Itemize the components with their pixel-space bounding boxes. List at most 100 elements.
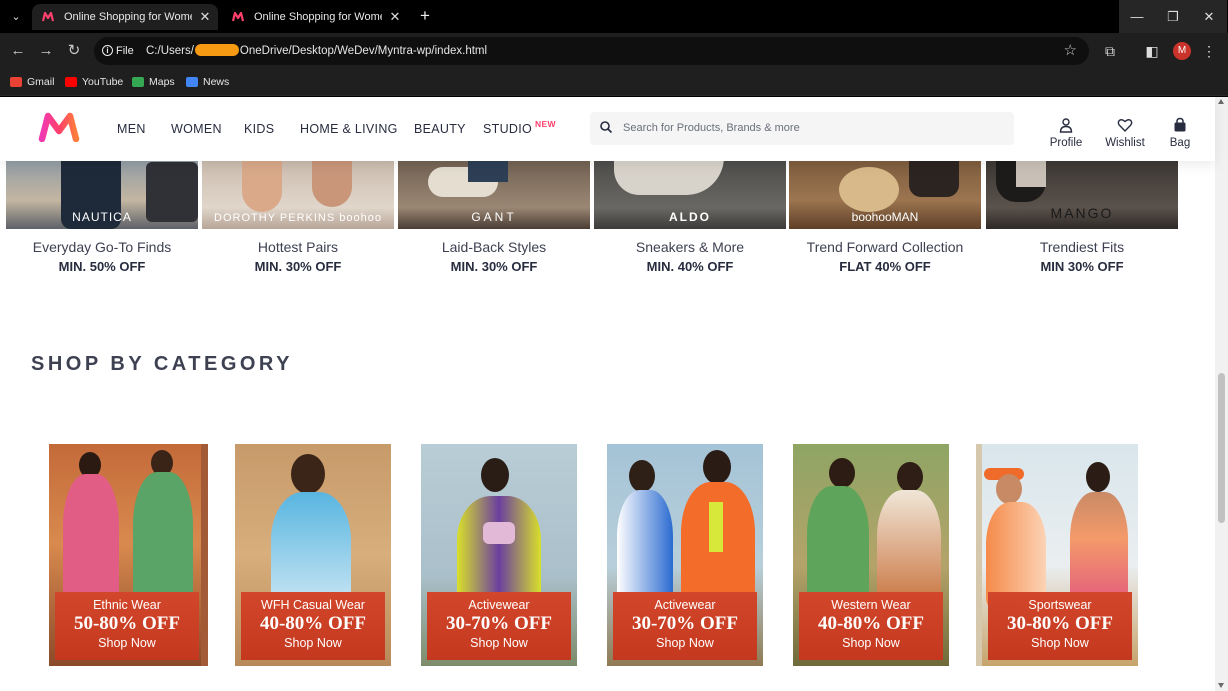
category-image [201, 444, 208, 666]
url-text[interactable]: C:/Users/OneDrive/Desktop/WeDev/Myntra-w… [146, 41, 487, 61]
category-name: Ethnic Wear [93, 598, 161, 612]
bag-icon [1172, 117, 1188, 133]
wishlist-action[interactable]: Wishlist [1100, 117, 1150, 149]
brand-card-nautica[interactable]: NAUTICA [6, 157, 198, 229]
nav-home-living[interactable]: HOME & LIVING [300, 119, 398, 139]
profile-icon [1058, 117, 1074, 133]
brand-offer: MIN. 30% OFF [450, 259, 538, 274]
gmail-icon [10, 77, 22, 87]
category-card-activewear-women[interactable]: Activewear 30-70% OFF Shop Now [421, 444, 577, 666]
category-banner: Western Wear 40-80% OFF Shop Now [799, 592, 943, 660]
bookmark-maps[interactable]: Maps [132, 73, 175, 91]
close-window-button[interactable]: ✕ [1191, 0, 1227, 33]
bookmark-youtube[interactable]: YouTube [65, 73, 123, 91]
bookmark-star-icon[interactable]: ☆ [1064, 41, 1077, 61]
shop-now-link[interactable]: Shop Now [55, 636, 199, 650]
news-icon [186, 77, 198, 87]
scrollbar-thumb[interactable] [1218, 373, 1225, 523]
category-image [481, 458, 509, 492]
side-panel-icon[interactable]: ◧ [1142, 41, 1162, 61]
reload-icon[interactable]: ↻ [62, 39, 86, 63]
brand-image [1016, 157, 1046, 187]
brand-caption: Sneakers & More [635, 239, 745, 255]
maps-icon [132, 77, 144, 87]
extensions-icon[interactable]: ⧉ [1100, 41, 1120, 61]
search-icon [599, 120, 613, 134]
bookmark-news[interactable]: News [186, 73, 229, 91]
shop-now-link[interactable]: Shop Now [241, 636, 385, 650]
category-offer: 40-80% OFF [259, 613, 367, 634]
myntra-logo[interactable] [38, 112, 80, 143]
browser-tab-1[interactable]: Online Shopping for Women, M ✕ [32, 4, 218, 30]
brand-caption: Laid-Back Styles [441, 239, 547, 255]
nav-women[interactable]: WOMEN [171, 119, 222, 139]
browser-toolbar: ← → ↻ i File C:/Users/OneDrive/Desktop/W… [0, 33, 1228, 69]
category-card-wfh-casual-wear[interactable]: WFH Casual Wear 40-80% OFF Shop Now [235, 444, 391, 666]
search-input[interactable]: Search for Products, Brands & more [623, 112, 800, 145]
brand-logo: NAUTICA [72, 210, 132, 224]
tab-close-icon[interactable]: ✕ [198, 4, 212, 30]
category-offer: 30-70% OFF [445, 613, 553, 634]
brand-card-boohooman[interactable]: boohooMAN [789, 157, 981, 229]
brand-image [909, 157, 959, 197]
brand-card-boohoo[interactable]: DOROTHY PERKINS boohoo [202, 157, 394, 229]
nav-kids[interactable]: KIDS [244, 119, 274, 139]
category-card-sportswear[interactable]: Sportswear 30-80% OFF Shop Now [982, 444, 1138, 666]
brand-offer: MIN. 30% OFF [254, 259, 342, 274]
category-image [897, 462, 923, 492]
shop-now-link[interactable]: Shop Now [988, 636, 1132, 650]
bag-action[interactable]: Bag [1155, 117, 1205, 149]
nav-studio-label: STUDIO [483, 122, 533, 136]
category-card-ethnic-wear[interactable]: Ethnic Wear 50-80% OFF Shop Now [49, 444, 205, 666]
brand-card-aldo[interactable]: ALDO [594, 157, 786, 229]
site-info-chip[interactable]: i File [100, 41, 134, 61]
tab-search-chevron-icon[interactable]: ⌄ [6, 7, 26, 27]
browser-menu-icon[interactable]: ⋮ [1202, 41, 1216, 61]
shop-now-link[interactable]: Shop Now [799, 636, 943, 650]
back-icon[interactable]: ← [6, 39, 30, 63]
profile-action[interactable]: Profile [1041, 117, 1091, 149]
tab-title: Online Shopping for Women, M [254, 11, 382, 23]
browser-tab-2[interactable]: Online Shopping for Women, M ✕ [222, 4, 408, 30]
brand-caption: Trendiest Fits [1039, 239, 1125, 255]
category-card-activewear-men[interactable]: Activewear 30-70% OFF Shop Now [607, 444, 763, 666]
shop-now-link[interactable]: Shop Now [613, 636, 757, 650]
nav-men[interactable]: MEN [117, 119, 146, 139]
minimize-button[interactable]: — [1119, 0, 1155, 33]
category-image [629, 460, 655, 492]
myntra-favicon-icon [42, 12, 54, 22]
url-suffix: OneDrive/Desktop/WeDev/Myntra-wp/index.h… [239, 45, 488, 57]
nav-studio[interactable]: STUDIO NEW [483, 119, 555, 139]
brand-offer: MIN. 40% OFF [646, 259, 734, 274]
page-scrollbar[interactable] [1215, 97, 1228, 691]
bookmark-label: Maps [149, 76, 175, 88]
tab-close-icon[interactable]: ✕ [388, 4, 402, 30]
profile-avatar[interactable]: M [1173, 42, 1191, 60]
nav-beauty[interactable]: BEAUTY [414, 119, 466, 139]
brand-card-mango[interactable]: MANGO [986, 157, 1178, 229]
url-prefix: C:/Users/ [146, 45, 194, 57]
brand-image [839, 167, 899, 212]
scroll-up-arrow-icon[interactable] [1218, 99, 1224, 104]
search-bar[interactable]: Search for Products, Brands & more [590, 112, 1014, 145]
category-name: WFH Casual Wear [261, 598, 365, 612]
bookmarks-bar: Gmail YouTube Maps News [0, 69, 1228, 96]
bag-label: Bag [1169, 137, 1191, 149]
bookmark-label: News [203, 76, 230, 88]
section-title: SHOP BY CATEGORY [31, 353, 293, 375]
category-banner: Activewear 30-70% OFF Shop Now [613, 592, 757, 660]
new-tab-button[interactable]: + [416, 5, 434, 27]
address-bar[interactable]: i File C:/Users/OneDrive/Desktop/WeDev/M… [94, 37, 1089, 65]
forward-icon[interactable]: → [34, 39, 58, 63]
brand-card-gant[interactable]: GANT [398, 157, 590, 229]
brand-caption: Trend Forward Collection [806, 239, 964, 255]
shop-now-link[interactable]: Shop Now [427, 636, 571, 650]
category-image [457, 496, 541, 606]
bookmark-gmail[interactable]: Gmail [10, 73, 54, 91]
category-card-western-wear[interactable]: Western Wear 40-80% OFF Shop Now [793, 444, 949, 666]
scroll-down-arrow-icon[interactable] [1218, 683, 1224, 688]
restore-button[interactable]: ❐ [1155, 0, 1191, 33]
redaction-mark [194, 44, 239, 56]
category-banner: Activewear 30-70% OFF Shop Now [427, 592, 571, 660]
site-header: MEN WOMEN KIDS HOME & LIVING BEAUTY STUD… [0, 97, 1215, 161]
